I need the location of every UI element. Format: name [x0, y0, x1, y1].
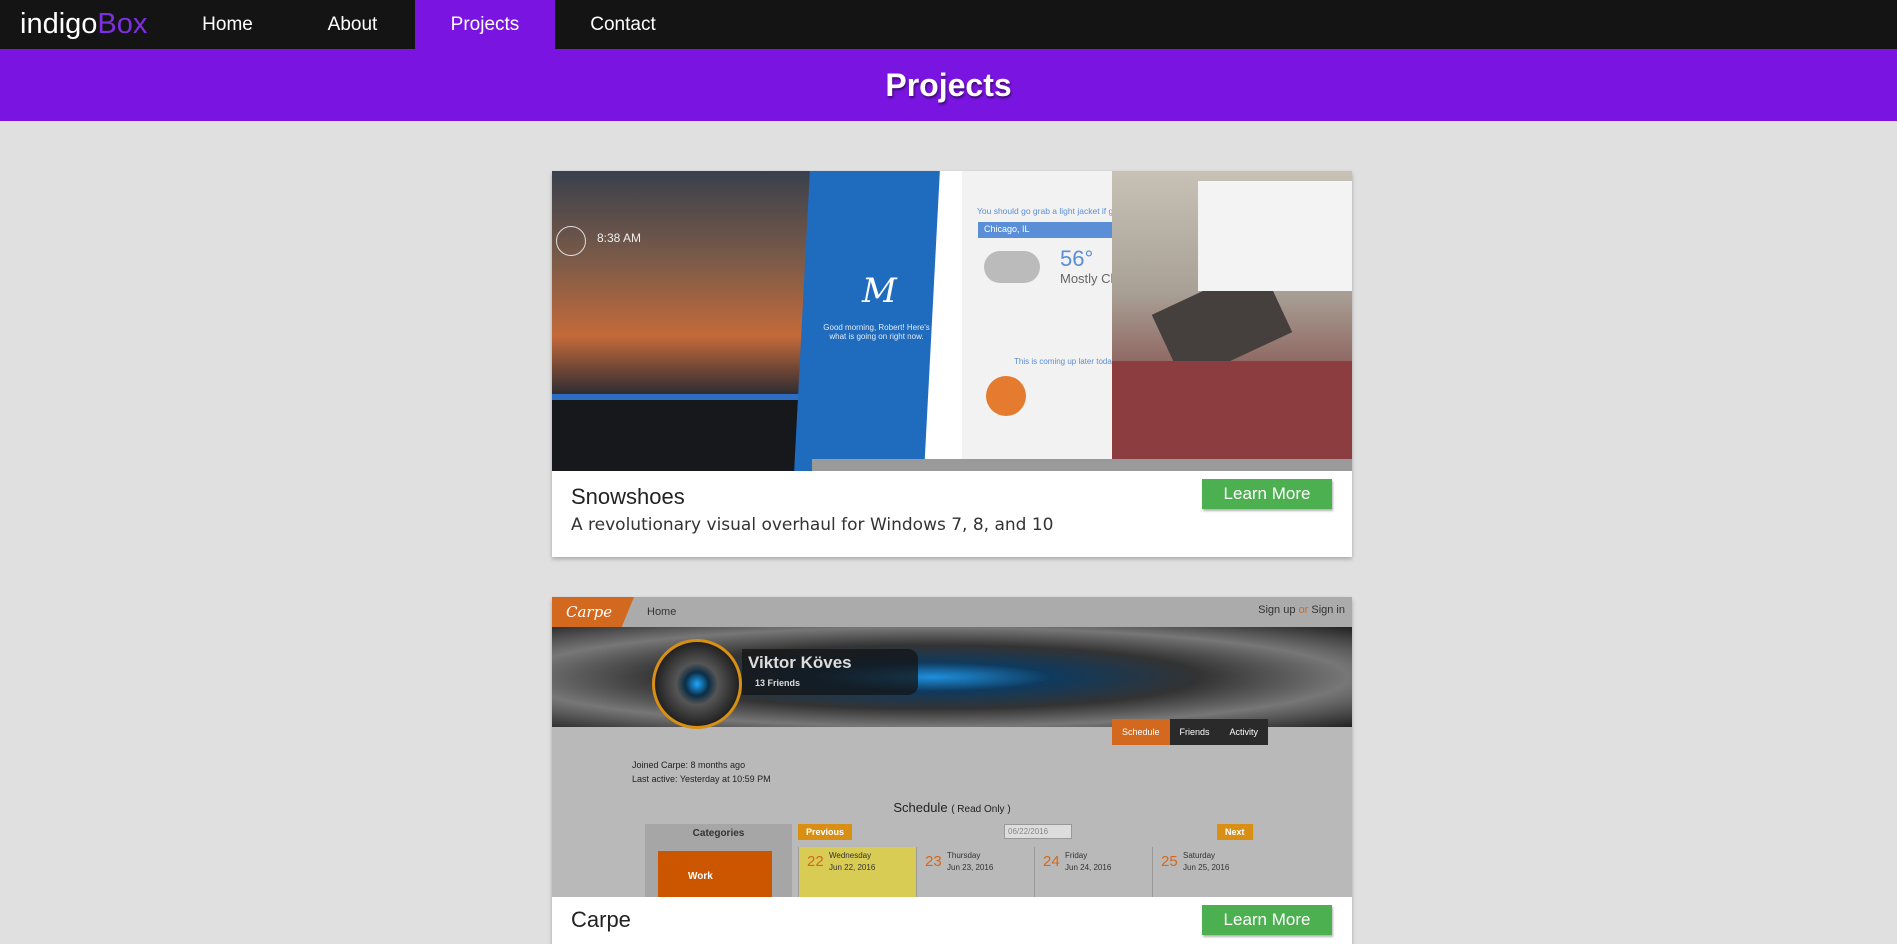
nav-link-contact[interactable]: Contact [555, 0, 691, 49]
site-logo[interactable]: indigo Box [0, 0, 165, 49]
profile-tabs: Schedule Friends Activity [1112, 719, 1269, 745]
tiles-panel [1198, 181, 1352, 291]
last-active-text: Last active: Yesterday at 10:59 PM [632, 774, 771, 784]
day-date: Jun 24, 2016 [1065, 863, 1112, 872]
previous-button: Previous [798, 824, 853, 840]
bottom-bar [812, 459, 1352, 471]
project-image-carpe[interactable]: Carpe Home Sign up or Sign in Viktor Köv… [552, 597, 1352, 897]
project-card-snowshoes: 8:38 AM M Good morning, Robert! Here's w… [552, 171, 1352, 557]
nav-link-projects[interactable]: Projects [415, 0, 555, 49]
schedule-title: Schedule [893, 800, 948, 815]
bed-shape [1112, 361, 1352, 471]
categories-heading: Categories [692, 828, 745, 839]
start-panel [794, 171, 940, 471]
avatar [652, 639, 742, 729]
project-title: Carpe [571, 907, 631, 932]
project-image-snowshoes[interactable]: 8:38 AM M Good morning, Robert! Here's w… [552, 171, 1352, 471]
taskbar-strip [552, 394, 812, 400]
profile-meta: Joined Carpe: 8 months ago Last active: … [632, 758, 771, 786]
weather-temp: 56° [1060, 246, 1094, 271]
tab-schedule: Schedule [1112, 719, 1170, 745]
day-label: Wednesday Jun 22, 2016 [829, 850, 875, 874]
clock-icon [556, 226, 586, 256]
profile-name: Viktor Köves [748, 653, 852, 672]
day-cell: 25 Saturday Jun 25, 2016 [1152, 847, 1270, 897]
carpe-logo: Carpe [552, 597, 634, 627]
schedule-heading: Schedule ( Read Only ) [552, 800, 1352, 815]
joined-text: Joined Carpe: 8 months ago [632, 760, 746, 770]
day-cell: 22 Wednesday Jun 22, 2016 [798, 847, 916, 897]
weather-tip: You should go grab a light jacket if goi… [977, 206, 1130, 216]
taskbar-panel [552, 396, 812, 471]
nav-link-home[interactable]: Home [165, 0, 290, 49]
later-heading: This is coming up later today [1014, 357, 1116, 366]
category-work: Work [658, 851, 772, 897]
day-cell: 23 Thursday Jun 23, 2016 [916, 847, 1034, 897]
project-card-carpe: Carpe Home Sign up or Sign in Viktor Köv… [552, 597, 1352, 944]
carpe-auth-links: Sign up or Sign in [1258, 604, 1345, 616]
day-number: 25 [1161, 853, 1178, 870]
tab-friends: Friends [1169, 719, 1220, 745]
or-text: or [1298, 604, 1309, 616]
nav-link-about[interactable]: About [290, 0, 415, 49]
card-body-carpe: Carpe Learn More [552, 897, 1352, 944]
greeting-text: Good morning, Robert! Here's what is goi… [823, 323, 930, 341]
day-label: Saturday Jun 25, 2016 [1183, 850, 1229, 874]
sign-up-link: Sign up [1258, 604, 1296, 616]
top-nav: indigo Box Home About Projects Contact [0, 0, 1897, 49]
page-banner: Projects [0, 49, 1897, 121]
logo-text-box: Box [97, 8, 148, 40]
project-title: Snowshoes [571, 484, 685, 509]
sign-in-link: Sign in [1311, 604, 1345, 616]
carpe-home-link: Home [647, 606, 677, 618]
day-label: Friday Jun 24, 2016 [1065, 850, 1111, 874]
tab-activity: Activity [1219, 719, 1269, 745]
m-logo-icon: M [862, 271, 897, 311]
day-date: Jun 22, 2016 [829, 863, 876, 872]
logo-text-indigo: indigo [20, 8, 98, 40]
day-weekday: Wednesday [829, 851, 872, 860]
page-title: Projects [885, 66, 1012, 103]
read-only-text: ( Read Only ) [951, 804, 1011, 815]
friends-count: 13 Friends [755, 678, 801, 688]
cloud-icon [984, 251, 1040, 283]
card-body-snowshoes: Snowshoes A revolutionary visual overhau… [552, 471, 1352, 557]
day-date: Jun 25, 2016 [1183, 863, 1230, 872]
learn-more-button-snowshoes[interactable]: Learn More [1202, 479, 1332, 509]
day-weekday: Saturday [1183, 851, 1216, 860]
day-weekday: Friday [1065, 851, 1088, 860]
event-icon [986, 376, 1026, 416]
day-date: Jun 23, 2016 [947, 863, 994, 872]
screenshot-time: 8:38 AM [597, 231, 642, 245]
day-weekday: Thursday [947, 851, 981, 860]
project-description: A revolutionary visual overhaul for Wind… [571, 515, 1054, 535]
learn-more-button-carpe[interactable]: Learn More [1202, 905, 1332, 935]
day-number: 23 [925, 853, 942, 870]
day-cell: 24 Friday Jun 24, 2016 [1034, 847, 1152, 897]
day-number: 22 [807, 853, 824, 870]
date-input: 06/22/2016 [1004, 824, 1072, 839]
day-label: Thursday Jun 23, 2016 [947, 850, 993, 874]
day-number: 24 [1043, 853, 1060, 870]
weather-panel [962, 171, 1132, 471]
next-button: Next [1217, 824, 1253, 840]
